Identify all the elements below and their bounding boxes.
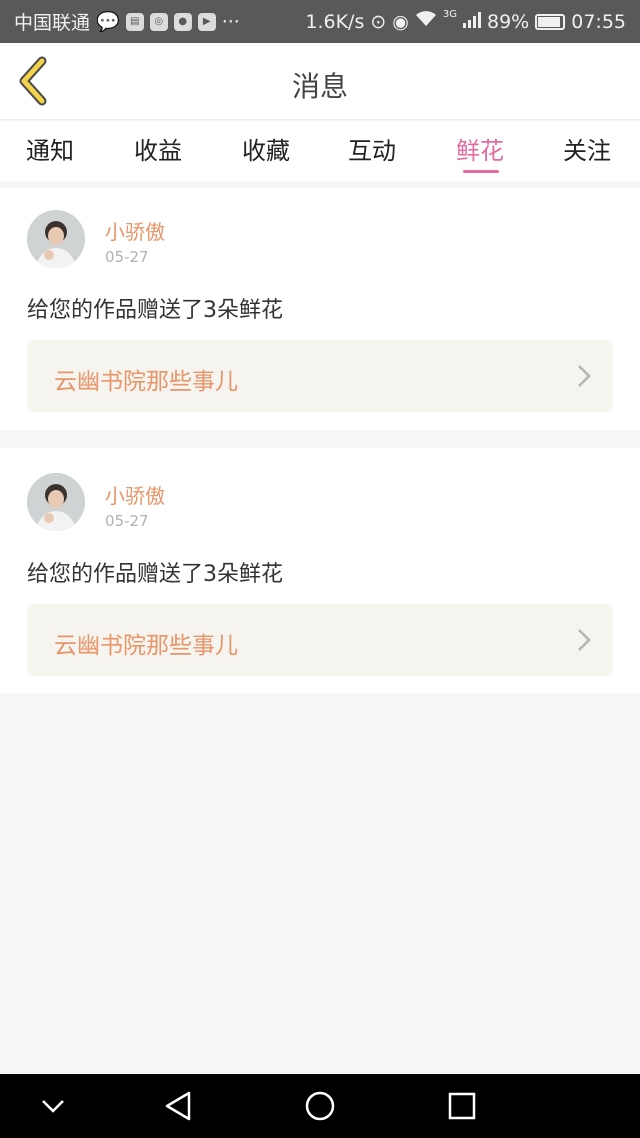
message-text: 给您的作品赠送了3朵鲜花 [27, 562, 283, 587]
username[interactable]: 小骄傲 [105, 480, 165, 509]
app-notification-icon: ▤ [125, 12, 144, 31]
battery-percent: 89% [487, 10, 530, 33]
work-link[interactable]: 云幽书院那些事儿 [27, 604, 613, 676]
chevron-right-icon [578, 629, 591, 651]
tab-earnings[interactable]: 收益 [134, 131, 182, 171]
more-notifications-icon: ··· [221, 10, 240, 33]
clock: 07:55 [571, 10, 626, 33]
flower-message-card: 小骄傲 05-27 给您的作品赠送了3朵鲜花 云幽书院那些事儿 [0, 188, 640, 430]
wifi-icon [415, 10, 437, 33]
tab-interactions[interactable]: 互动 [348, 131, 396, 171]
message-text: 给您的作品赠送了3朵鲜花 [27, 298, 283, 323]
message-date: 05-27 [105, 248, 149, 266]
work-title: 云幽书院那些事儿 [54, 633, 238, 659]
message-date: 05-27 [105, 512, 149, 530]
nav-recents-button[interactable] [444, 1088, 480, 1124]
nav-back-button[interactable] [160, 1088, 196, 1124]
tab-notifications[interactable]: 通知 [26, 131, 74, 171]
network-type: 3G [442, 9, 457, 20]
tab-flowers[interactable]: 鲜花 [456, 131, 504, 171]
avatar[interactable] [27, 210, 85, 268]
chevron-down-icon [42, 1100, 64, 1113]
work-title: 云幽书院那些事儿 [54, 369, 238, 395]
eye-comfort-icon: ◉ [392, 10, 409, 33]
chat-icon: 💬 [96, 11, 120, 33]
status-bar-left: 中国联通 💬 ▤ ◎ ● ▶ ··· [14, 8, 240, 35]
carrier-label: 中国联通 [14, 12, 91, 34]
tab-favorites[interactable]: 收藏 [242, 131, 290, 171]
hide-navbar-button[interactable] [35, 1088, 71, 1124]
work-link[interactable]: 云幽书院那些事儿 [27, 340, 613, 412]
title-bar: 消息 [0, 43, 640, 120]
signal-icon [463, 11, 481, 33]
app-notification-icon: ◎ [149, 12, 168, 31]
avatar[interactable] [27, 473, 85, 531]
active-tab-indicator [463, 170, 499, 173]
page-title: 消息 [291, 70, 348, 103]
system-navigation-bar [0, 1074, 640, 1138]
user-photo-icon [27, 210, 85, 268]
status-bar: 中国联通 💬 ▤ ◎ ● ▶ ··· 1.6K/s ⊙ ◉ 3G 89% 07:… [0, 0, 640, 43]
user-photo-icon [27, 473, 85, 531]
status-bar-right: 1.6K/s ⊙ ◉ 3G 89% 07:55 [305, 9, 626, 33]
data-saver-icon: ⊙ [370, 10, 387, 33]
network-speed: 1.6K/s [305, 10, 365, 33]
square-recents-icon [448, 1092, 476, 1120]
circle-home-icon [305, 1091, 335, 1121]
chevron-right-icon [578, 365, 591, 387]
app-notification-icon: ▶ [197, 12, 216, 31]
flower-message-card: 小骄傲 05-27 给您的作品赠送了3朵鲜花 云幽书院那些事儿 [0, 448, 640, 693]
tab-bar: 通知 收益 收藏 互动 鲜花 关注 [0, 121, 640, 181]
app-notification-icon: ● [173, 12, 192, 31]
battery-icon [535, 13, 566, 30]
username[interactable]: 小骄傲 [105, 216, 165, 245]
triangle-back-icon [165, 1091, 191, 1121]
nav-home-button[interactable] [302, 1088, 338, 1124]
tab-follows[interactable]: 关注 [563, 131, 611, 171]
